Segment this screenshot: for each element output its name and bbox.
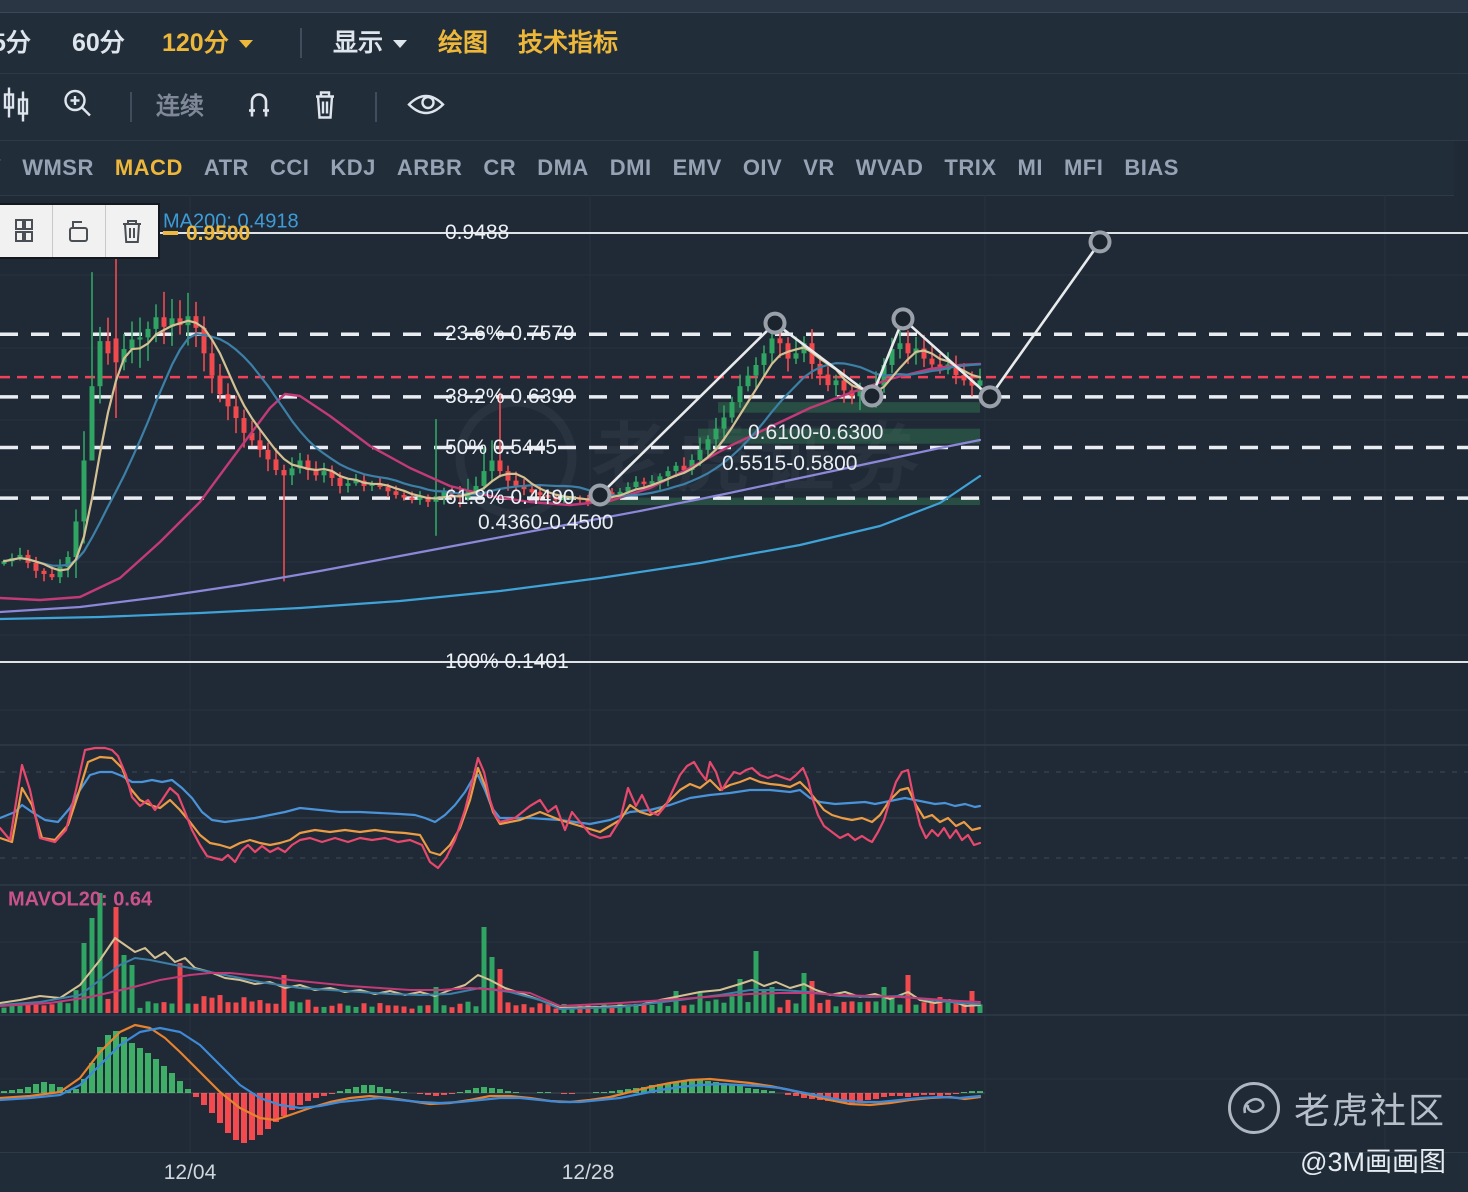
tab-macd[interactable]: MACD [115,155,183,181]
brand-badge: 老虎社区 [1227,1082,1446,1134]
toolbar-separator [300,28,302,58]
toolbar-separator [375,92,377,122]
alert-line-handle[interactable] [163,231,178,235]
interval-option-120分[interactable]: 120分 [162,13,253,73]
tab-atr[interactable]: ATR [204,155,249,181]
credit-label: @3M画画图 [1300,1147,1446,1177]
unlock-icon[interactable] [52,205,105,257]
tab-oiv[interactable]: OIV [743,155,782,181]
eye-icon[interactable] [406,91,446,124]
tab-wvad[interactable]: WVAD [856,155,924,181]
indicators-button[interactable]: 技术指标 [518,13,618,73]
magnet-icon[interactable] [244,89,274,126]
x-axis-label: 12/04 [163,1161,217,1184]
time-axis[interactable]: 12/04 12/28 [0,1152,1468,1192]
chart-canvas[interactable]: 老虎证券 [0,195,1468,1152]
tab-bias[interactable]: BIAS [1124,155,1179,181]
continuous-toggle[interactable]: 连续 [156,74,204,140]
tab-mfi[interactable]: MFI [1064,155,1103,181]
chevron-down-icon [238,40,253,49]
display-menu-button[interactable]: 显示 [333,13,408,73]
tab-wmsr[interactable]: WMSR [22,155,94,181]
drawing-mini-toolbar [0,203,160,259]
tab-cci[interactable]: CCI [270,155,309,181]
tab-cr[interactable]: CR [483,155,516,181]
tab-trix[interactable]: TRIX [944,155,996,181]
x-axis-label: 12/28 [561,1161,615,1184]
tab-mi[interactable]: MI [1018,155,1043,181]
delete-drawing-button[interactable] [105,205,158,257]
chevron-down-icon [393,40,408,49]
draw-button[interactable]: 绘图 [438,13,488,73]
tab-arbr[interactable]: ARBR [397,155,463,181]
trading-app-screen: 显示 绘图 技术指标 5分 60分 120分 连续 [0,0,1468,1192]
tab-v[interactable]: V [0,155,1,181]
tab-kdj[interactable]: KDJ [330,155,376,181]
tab-emv[interactable]: EMV [673,155,722,181]
trash-icon[interactable] [310,88,340,127]
brand-name: 老虎社区 [1293,1090,1446,1131]
interval-option-60分[interactable]: 60分 [72,13,125,73]
tiger-logo-icon [1227,1082,1280,1134]
window-top-strip [0,0,1468,13]
interval-toolbar: 显示 绘图 技术指标 5分 60分 120分 [0,13,1468,74]
toolbar-separator [130,92,132,122]
zoom-in-icon[interactable] [62,88,96,127]
candlestick-chart-icon[interactable] [2,86,34,129]
interval-option-5分[interactable]: 5分 [0,13,31,73]
tab-dma[interactable]: DMA [537,155,589,181]
tab-vr[interactable]: VR [803,155,835,181]
chart-tools-toolbar: 连续 [0,74,1468,141]
grid-settings-button[interactable] [0,205,52,257]
indicator-tabbar: V WMSR MACD ATR CCI KDJ ARBR CR DMA DMI EMV OIV VR WV… [0,141,1454,196]
tab-dmi[interactable]: DMI [610,155,652,181]
